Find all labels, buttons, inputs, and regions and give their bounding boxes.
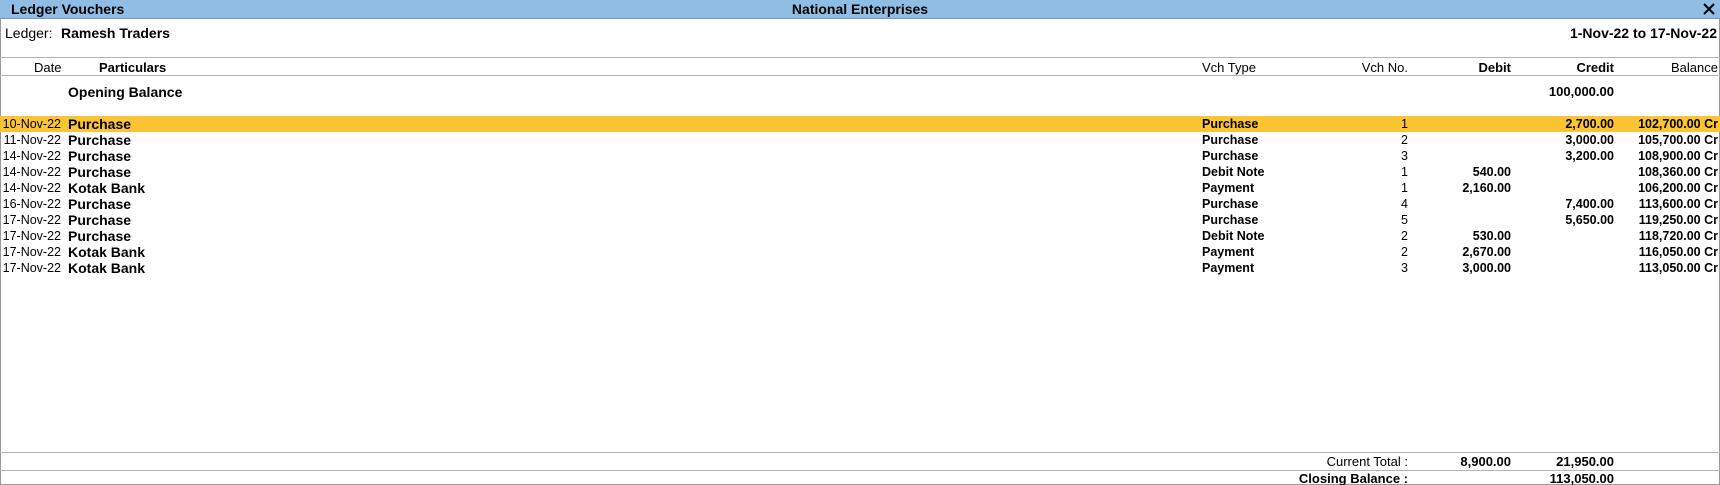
- row-balance: 119,250.00 Cr: [1638, 213, 1718, 227]
- opening-balance-label: Opening Balance: [68, 84, 183, 100]
- current-total-credit: 21,950.00: [1556, 454, 1614, 469]
- table-row[interactable]: 16-Nov-22 Purchase Purchase 4 7,400.00 113,60…: [0, 196, 1720, 212]
- row-vch-no: 5: [1401, 213, 1408, 227]
- ledger-name[interactable]: Ramesh Traders: [61, 25, 170, 41]
- closing-balance-credit: 113,050.00: [1549, 471, 1614, 485]
- row-date: 10-Nov-22: [2, 117, 61, 131]
- table-row[interactable]: 14-Nov-22 Purchase Purchase 3 3,200.00 108,90…: [0, 148, 1720, 164]
- row-balance: 113,050.00 Cr: [1638, 261, 1718, 275]
- row-credit: 2,700.00: [1565, 117, 1614, 131]
- divider: [0, 57, 1720, 58]
- row-balance: 102,700.00 Cr: [1638, 117, 1718, 131]
- row-vch-no: 4: [1401, 197, 1408, 211]
- row-vch-type: Debit Note: [1202, 229, 1265, 243]
- column-header-vch-no: Vch No.: [1361, 60, 1408, 75]
- table-row[interactable]: 14-Nov-22 Kotak Bank Payment 1 2,160.00 106,2…: [0, 180, 1720, 196]
- row-date: 14-Nov-22: [2, 165, 61, 179]
- row-balance: 108,360.00 Cr: [1638, 165, 1718, 179]
- divider: [0, 452, 1720, 453]
- column-header-credit: Credit: [1576, 60, 1614, 75]
- row-particulars: Kotak Bank: [68, 180, 146, 196]
- row-balance: 108,900.00 Cr: [1638, 149, 1718, 163]
- table-row[interactable]: 17-Nov-22 Kotak Bank Payment 2 2,670.00 116,0…: [0, 244, 1720, 260]
- row-date: 17-Nov-22: [2, 213, 61, 227]
- title-bar: Ledger Vouchers National Enterprises: [0, 0, 1720, 19]
- company-name: National Enterprises: [791, 1, 929, 17]
- table-row[interactable]: 14-Nov-22 Purchase Debit Note 1 540.00 108,36…: [0, 164, 1720, 180]
- row-credit: 3,000.00: [1565, 133, 1614, 147]
- ledger-label: Ledger:: [5, 25, 53, 41]
- row-particulars: Purchase: [68, 132, 132, 148]
- row-vch-no: 1: [1401, 181, 1408, 195]
- row-particulars: Kotak Bank: [68, 260, 146, 276]
- opening-balance-credit: 100,000.00: [1548, 84, 1614, 99]
- table-row[interactable]: 10-Nov-22 Purchase Purchase 1 2,700.00 102,70…: [0, 116, 1720, 132]
- row-debit: 3,000.00: [1462, 261, 1511, 275]
- row-particulars: Purchase: [68, 196, 132, 212]
- row-particulars: Purchase: [68, 228, 132, 244]
- row-date: 16-Nov-22: [2, 197, 61, 211]
- row-date: 14-Nov-22: [2, 181, 61, 195]
- column-header-balance: Balance: [1671, 60, 1718, 75]
- row-date: 17-Nov-22: [2, 245, 61, 259]
- current-total-debit: 8,900.00: [1460, 454, 1511, 469]
- row-vch-type: Purchase: [1202, 197, 1259, 211]
- row-credit: 5,650.00: [1565, 213, 1614, 227]
- opening-balance-row: Opening Balance 100,000.00: [0, 84, 1720, 102]
- row-vch-no: 3: [1401, 149, 1408, 163]
- row-debit: 540.00: [1472, 165, 1511, 179]
- row-vch-type: Purchase: [1202, 117, 1259, 131]
- row-debit: 2,670.00: [1462, 245, 1511, 259]
- row-vch-no: 2: [1401, 229, 1408, 243]
- row-balance: 118,720.00 Cr: [1638, 229, 1718, 243]
- column-header-vch-type: Vch Type: [1202, 60, 1256, 75]
- row-vch-type: Payment: [1202, 181, 1255, 195]
- divider: [0, 470, 1720, 471]
- row-vch-type: Debit Note: [1202, 165, 1265, 179]
- column-header-particulars: Particulars: [99, 60, 167, 75]
- period-range[interactable]: 1-Nov-22 to 17-Nov-22: [1570, 25, 1717, 41]
- row-vch-no: 2: [1401, 133, 1408, 147]
- column-header-date: Date: [34, 60, 62, 75]
- current-total-label: Current Total :: [1326, 454, 1408, 469]
- row-vch-no: 3: [1401, 261, 1408, 275]
- row-particulars: Kotak Bank: [68, 244, 146, 260]
- divider: [0, 75, 1720, 76]
- row-particulars: Purchase: [68, 148, 132, 164]
- row-vch-no: 1: [1401, 117, 1408, 131]
- row-debit: 2,160.00: [1462, 181, 1511, 195]
- row-particulars: Purchase: [68, 164, 132, 180]
- table-row[interactable]: 17-Nov-22 Purchase Debit Note 2 530.00 118,72…: [0, 228, 1720, 244]
- row-vch-type: Purchase: [1202, 149, 1259, 163]
- row-credit: 3,200.00: [1565, 149, 1614, 163]
- table-row[interactable]: 17-Nov-22 Purchase Purchase 5 5,650.00 119,25…: [0, 212, 1720, 228]
- row-particulars: Purchase: [68, 116, 132, 132]
- row-vch-type: Payment: [1202, 261, 1255, 275]
- row-date: 14-Nov-22: [2, 149, 61, 163]
- row-balance: 106,200.00 Cr: [1638, 181, 1718, 195]
- closing-balance-label: Closing Balance :: [1298, 471, 1408, 485]
- row-balance: 113,600.00 Cr: [1638, 197, 1718, 211]
- column-header-debit: Debit: [1478, 60, 1512, 75]
- row-credit: 7,400.00: [1565, 197, 1614, 211]
- table-row[interactable]: 17-Nov-22 Kotak Bank Payment 3 3,000.00 113,0…: [0, 260, 1720, 276]
- table-row[interactable]: 11-Nov-22 Purchase Purchase 2 3,000.00 105,70…: [0, 132, 1720, 148]
- row-vch-no: 2: [1401, 245, 1408, 259]
- ledger-header: Ledger: Ramesh Traders 1-Nov-22 to 17-No…: [0, 22, 1720, 58]
- row-particulars: Purchase: [68, 212, 132, 228]
- row-date: 17-Nov-22: [2, 261, 61, 275]
- close-icon[interactable]: [1700, 0, 1718, 18]
- row-vch-type: Payment: [1202, 245, 1255, 259]
- row-balance: 105,700.00 Cr: [1638, 133, 1718, 147]
- row-vch-type: Purchase: [1202, 133, 1259, 147]
- row-vch-no: 1: [1401, 165, 1408, 179]
- row-date: 11-Nov-22: [3, 133, 61, 147]
- row-debit: 530.00: [1472, 229, 1511, 243]
- row-balance: 116,050.00 Cr: [1638, 245, 1718, 259]
- row-date: 17-Nov-22: [2, 229, 61, 243]
- window-title: Ledger Vouchers: [11, 1, 125, 17]
- row-vch-type: Purchase: [1202, 213, 1259, 227]
